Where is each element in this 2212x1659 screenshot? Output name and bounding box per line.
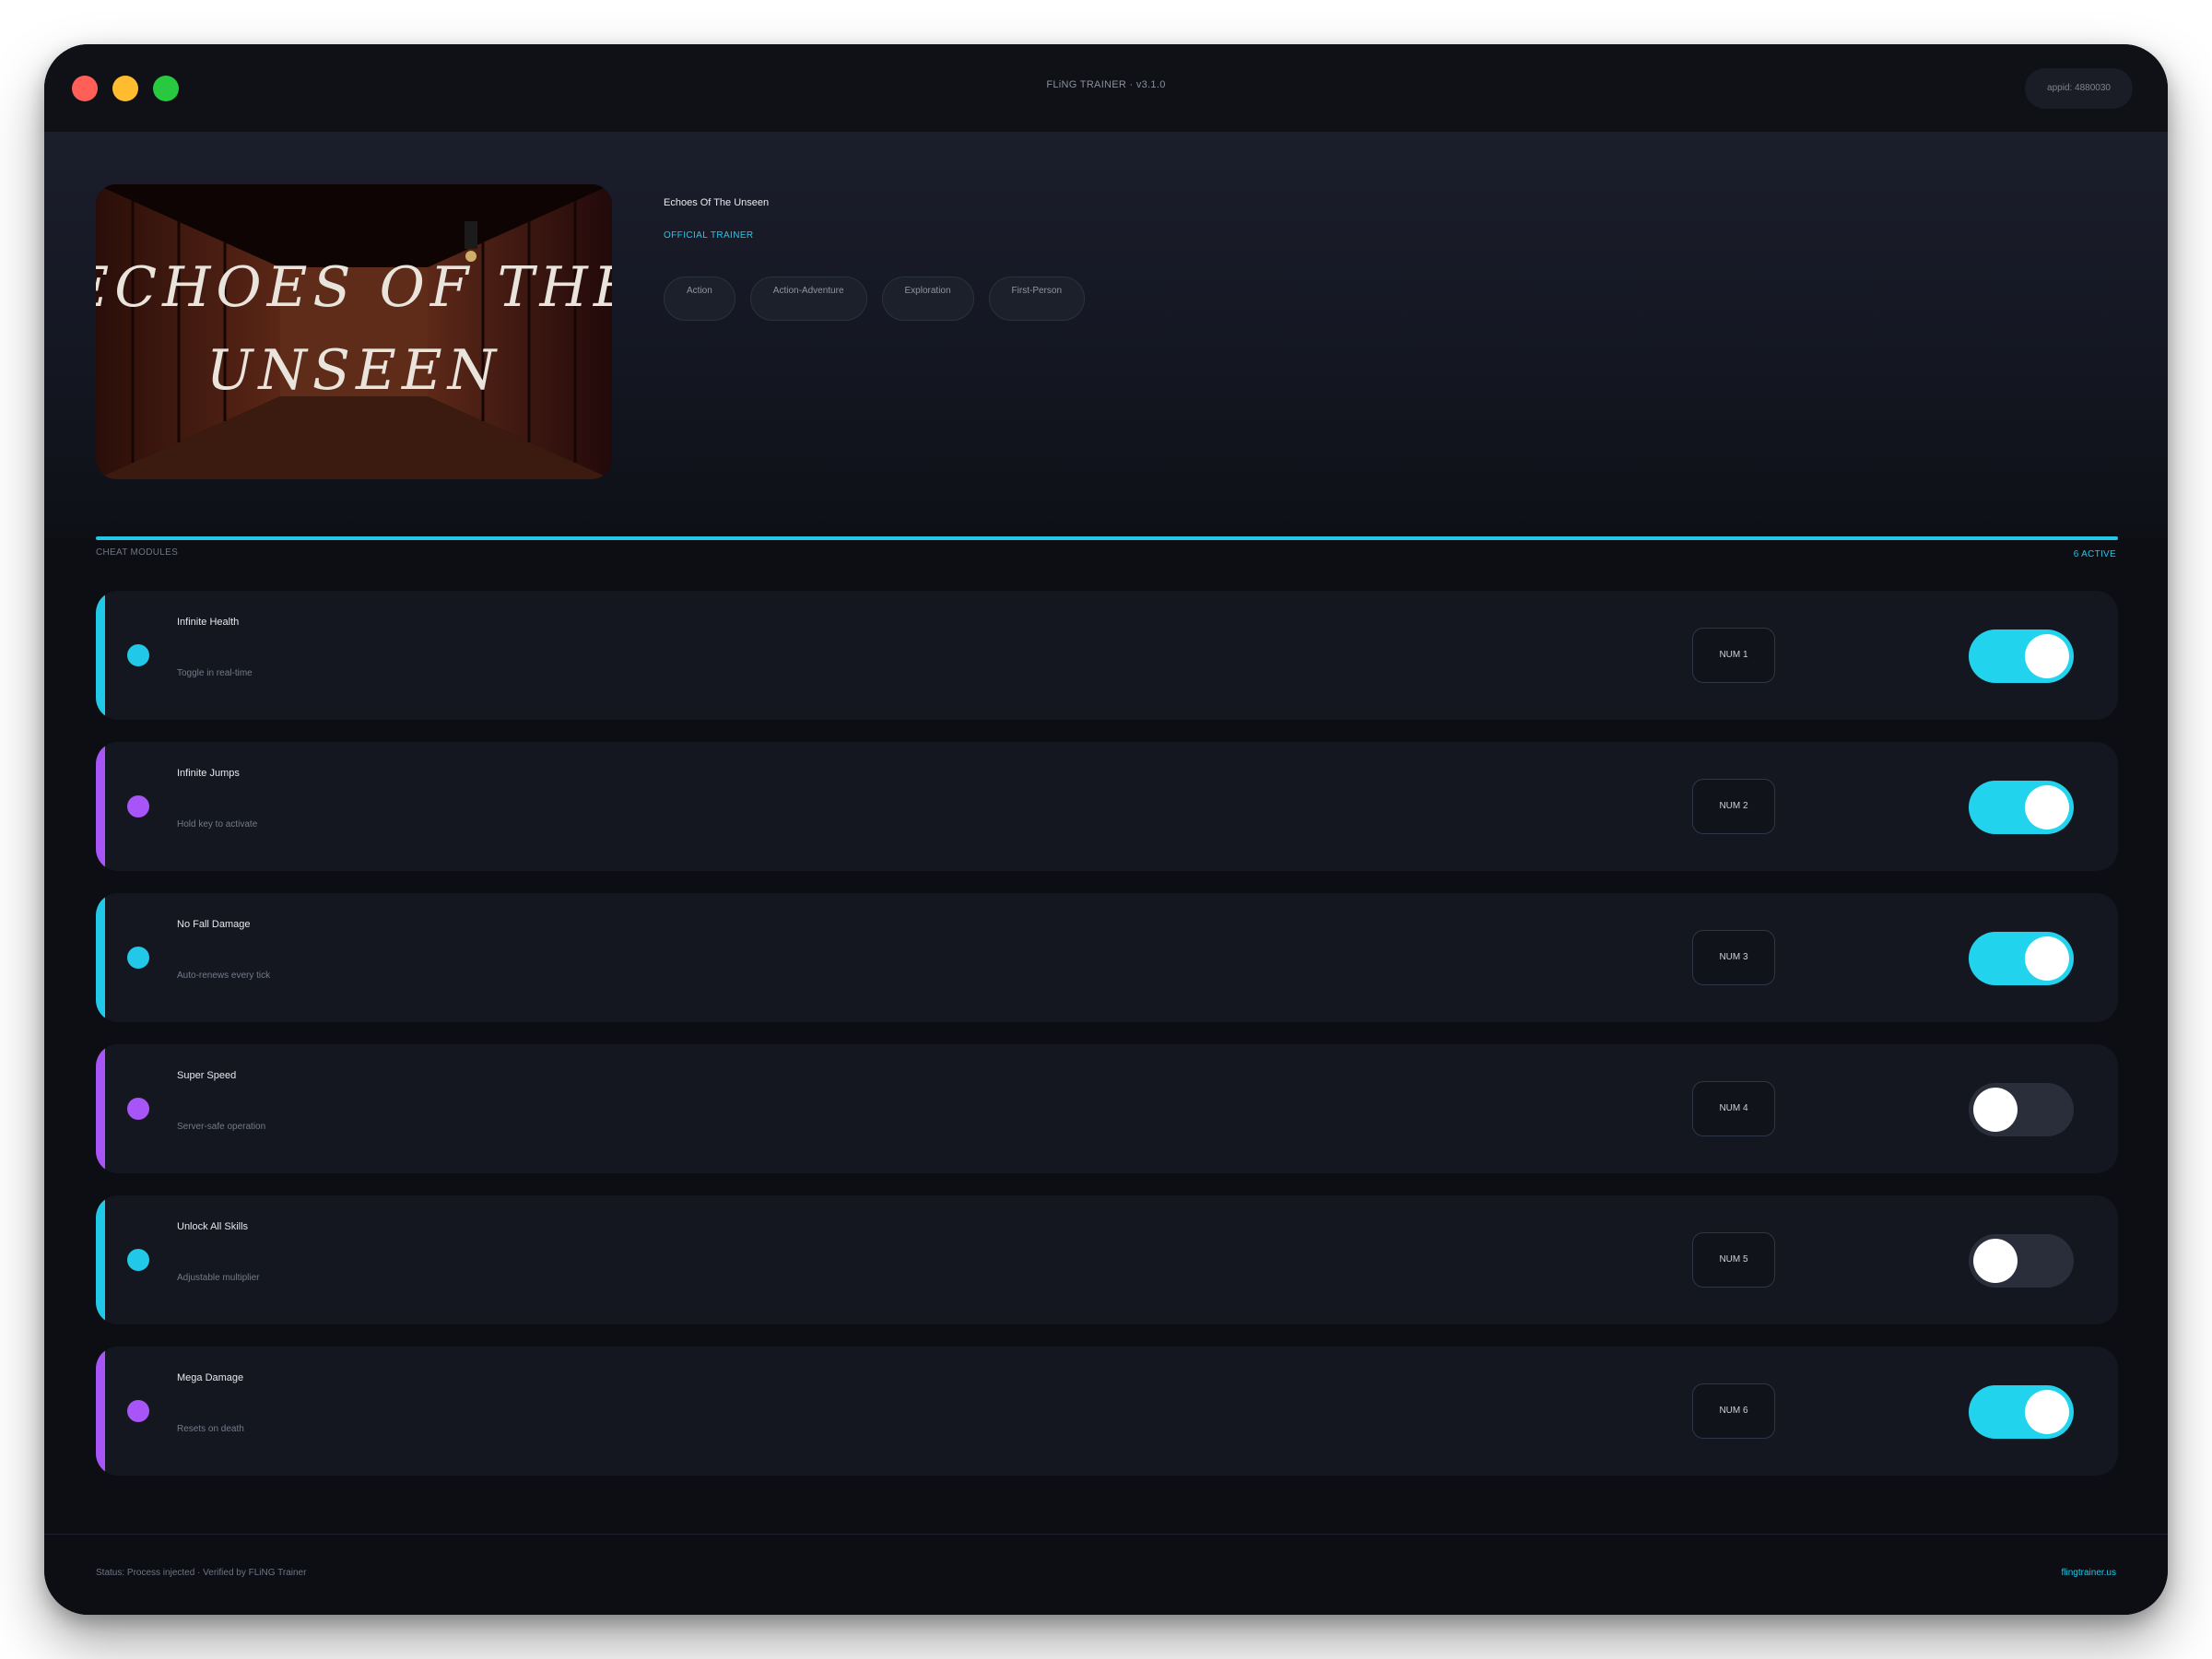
toggle-knob — [1973, 1088, 2018, 1132]
section-divider — [96, 536, 2118, 540]
module-accent-bar — [96, 591, 105, 720]
module-toggle[interactable] — [1969, 1385, 2074, 1439]
module-description: Adjustable multiplier — [177, 1273, 260, 1283]
cover-title-line2: UNSEEN — [206, 338, 501, 403]
module-accent-bar — [96, 1044, 105, 1173]
game-header: ECHOES OF THE UNSEEN Echoes Of The Unsee… — [44, 133, 2168, 538]
module-no-fall-damage: No Fall Damage Auto-renews every tick NU… — [96, 893, 2118, 1022]
cover-illustration: ECHOES OF THE UNSEEN — [96, 184, 612, 479]
module-status-dot — [127, 1098, 149, 1120]
module-name: Unlock All Skills — [177, 1221, 249, 1232]
hotkey-button[interactable]: NUM 2 — [1692, 779, 1775, 834]
tag-exploration[interactable]: Exploration — [881, 276, 974, 321]
section-label: CHEAT MODULES — [96, 547, 179, 558]
module-accent-bar — [96, 1347, 105, 1476]
module-status-dot — [127, 1400, 149, 1422]
status-footer: Status: Process injected · Verified by F… — [44, 1534, 2168, 1615]
toggle-knob — [2025, 634, 2069, 678]
module-toggle[interactable] — [1969, 1234, 2074, 1288]
hotkey-button[interactable]: NUM 5 — [1692, 1232, 1775, 1288]
game-title: Echoes Of The Unseen — [664, 197, 770, 208]
game-cover-art: ECHOES OF THE UNSEEN — [96, 184, 612, 479]
module-description: Resets on death — [177, 1424, 244, 1434]
appid-badge: appid: 4880030 — [2025, 68, 2133, 109]
website-link[interactable]: flingtrainer.us — [2062, 1568, 2116, 1578]
tag-action[interactable]: Action — [664, 276, 735, 321]
module-description: Toggle in real-time — [177, 668, 253, 678]
module-toggle[interactable] — [1969, 1083, 2074, 1136]
module-accent-bar — [96, 742, 105, 871]
module-accent-bar — [96, 893, 105, 1022]
module-description: Server-safe operation — [177, 1122, 266, 1132]
tag-action-adventure[interactable]: Action-Adventure — [749, 276, 867, 321]
window-title: FLiNG TRAINER · v3.1.0 — [1046, 79, 1166, 90]
module-status-dot — [127, 947, 149, 969]
module-status-dot — [127, 644, 149, 666]
module-toggle[interactable] — [1969, 629, 2074, 683]
module-name: Mega Damage — [177, 1372, 244, 1383]
hotkey-button[interactable]: NUM 4 — [1692, 1081, 1775, 1136]
module-name: No Fall Damage — [177, 919, 251, 930]
module-unlock-all-skills: Unlock All Skills Adjustable multiplier … — [96, 1195, 2118, 1324]
module-description: Auto-renews every tick — [177, 971, 271, 981]
module-accent-bar — [96, 1195, 105, 1324]
module-super-speed: Super Speed Server-safe operation NUM 4 — [96, 1044, 2118, 1173]
hotkey-button[interactable]: NUM 6 — [1692, 1383, 1775, 1439]
module-mega-damage: Mega Damage Resets on death NUM 6 — [96, 1347, 2118, 1476]
official-trainer-badge: OFFICIAL TRAINER — [664, 230, 754, 241]
hotkey-button[interactable]: NUM 3 — [1692, 930, 1775, 985]
status-text: Status: Process injected · Verified by F… — [96, 1568, 307, 1578]
module-name: Super Speed — [177, 1070, 237, 1081]
module-name: Infinite Jumps — [177, 768, 240, 779]
module-description: Hold key to activate — [177, 819, 258, 830]
module-status-dot — [127, 1249, 149, 1271]
module-toggle[interactable] — [1969, 781, 2074, 834]
module-toggle[interactable] — [1969, 932, 2074, 985]
toggle-knob — [2025, 785, 2069, 830]
module-status-dot — [127, 795, 149, 818]
module-infinite-jumps: Infinite Jumps Hold key to activate NUM … — [96, 742, 2118, 871]
genre-tags: Action Action-Adventure Exploration Firs… — [664, 276, 1085, 321]
toggle-knob — [1973, 1239, 2018, 1283]
module-name: Infinite Health — [177, 617, 240, 628]
trainer-window: FLiNG TRAINER · v3.1.0 appid: 4880030 EC… — [44, 44, 2168, 1615]
active-count: 6 ACTIVE — [2073, 549, 2116, 559]
tag-first-person[interactable]: First-Person — [988, 276, 1085, 321]
toggle-knob — [2025, 1390, 2069, 1434]
module-infinite-health: Infinite Health Toggle in real-time NUM … — [96, 591, 2118, 720]
title-bar: FLiNG TRAINER · v3.1.0 appid: 4880030 — [44, 44, 2168, 133]
toggle-knob — [2025, 936, 2069, 981]
hotkey-button[interactable]: NUM 1 — [1692, 628, 1775, 683]
cover-title-line1: ECHOES OF THE — [96, 255, 612, 320]
